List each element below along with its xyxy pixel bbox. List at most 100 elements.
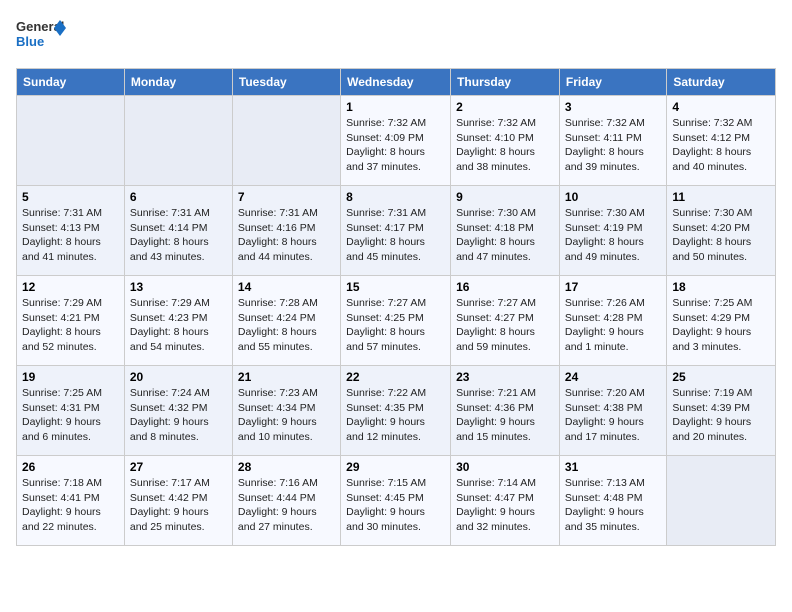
day-number: 23 [456,370,554,384]
calendar-cell: 6 Sunrise: 7:31 AM Sunset: 4:14 PM Daylig… [124,186,232,276]
day-number: 5 [22,190,119,204]
day-info: Sunrise: 7:30 AM Sunset: 4:18 PM Dayligh… [456,206,554,265]
day-number: 30 [456,460,554,474]
calendar-cell: 27 Sunrise: 7:17 AM Sunset: 4:42 PM Dayli… [124,456,232,546]
day-number: 29 [346,460,445,474]
calendar-cell: 18 Sunrise: 7:25 AM Sunset: 4:29 PM Dayli… [667,276,776,366]
calendar-cell: 28 Sunrise: 7:16 AM Sunset: 4:44 PM Dayli… [232,456,340,546]
day-info: Sunrise: 7:27 AM Sunset: 4:25 PM Dayligh… [346,296,445,355]
calendar-table: SundayMondayTuesdayWednesdayThursdayFrid… [16,68,776,546]
day-number: 10 [565,190,661,204]
day-number: 26 [22,460,119,474]
day-info: Sunrise: 7:31 AM Sunset: 4:16 PM Dayligh… [238,206,335,265]
day-info: Sunrise: 7:14 AM Sunset: 4:47 PM Dayligh… [456,476,554,535]
day-info: Sunrise: 7:30 AM Sunset: 4:19 PM Dayligh… [565,206,661,265]
calendar-cell [232,96,340,186]
calendar-cell: 8 Sunrise: 7:31 AM Sunset: 4:17 PM Daylig… [341,186,451,276]
day-number: 8 [346,190,445,204]
calendar-cell: 25 Sunrise: 7:19 AM Sunset: 4:39 PM Dayli… [667,366,776,456]
day-number: 11 [672,190,770,204]
calendar-cell: 2 Sunrise: 7:32 AM Sunset: 4:10 PM Daylig… [451,96,560,186]
day-info: Sunrise: 7:16 AM Sunset: 4:44 PM Dayligh… [238,476,335,535]
day-number: 25 [672,370,770,384]
day-number: 22 [346,370,445,384]
day-info: Sunrise: 7:19 AM Sunset: 4:39 PM Dayligh… [672,386,770,445]
calendar-cell: 15 Sunrise: 7:27 AM Sunset: 4:25 PM Dayli… [341,276,451,366]
calendar-cell: 14Sunrise: 7:28 AM Sunset: 4:24 PM Dayli… [232,276,340,366]
day-info: Sunrise: 7:22 AM Sunset: 4:35 PM Dayligh… [346,386,445,445]
calendar-cell: 5Sunrise: 7:31 AM Sunset: 4:13 PM Daylig… [17,186,125,276]
day-number: 3 [565,100,661,114]
day-number: 9 [456,190,554,204]
weekday-header: Saturday [667,69,776,96]
day-info: Sunrise: 7:21 AM Sunset: 4:36 PM Dayligh… [456,386,554,445]
day-info: Sunrise: 7:30 AM Sunset: 4:20 PM Dayligh… [672,206,770,265]
weekday-header: Sunday [17,69,125,96]
calendar-cell: 13 Sunrise: 7:29 AM Sunset: 4:23 PM Dayli… [124,276,232,366]
calendar-cell [124,96,232,186]
calendar-cell: 4 Sunrise: 7:32 AM Sunset: 4:12 PM Daylig… [667,96,776,186]
day-number: 15 [346,280,445,294]
day-info: Sunrise: 7:18 AM Sunset: 4:41 PM Dayligh… [22,476,119,535]
day-number: 27 [130,460,227,474]
calendar-cell: 19 Sunrise: 7:25 AM Sunset: 4:31 PM Dayli… [17,366,125,456]
svg-text:Blue: Blue [16,34,44,49]
day-info: Sunrise: 7:25 AM Sunset: 4:31 PM Dayligh… [22,386,119,445]
day-number: 16 [456,280,554,294]
day-number: 18 [672,280,770,294]
day-number: 13 [130,280,227,294]
calendar-cell: 21 Sunrise: 7:23 AM Sunset: 4:34 PM Dayli… [232,366,340,456]
weekday-header: Monday [124,69,232,96]
day-info: Sunrise: 7:23 AM Sunset: 4:34 PM Dayligh… [238,386,335,445]
calendar-cell: 22 Sunrise: 7:22 AM Sunset: 4:35 PM Dayli… [341,366,451,456]
calendar-cell: 29 Sunrise: 7:15 AM Sunset: 4:45 PM Dayli… [341,456,451,546]
calendar-cell: 24 Sunrise: 7:20 AM Sunset: 4:38 PM Dayli… [559,366,666,456]
day-number: 24 [565,370,661,384]
calendar-cell [17,96,125,186]
page-header: General Blue [16,16,776,56]
day-info: Sunrise: 7:25 AM Sunset: 4:29 PM Dayligh… [672,296,770,355]
weekday-header: Wednesday [341,69,451,96]
logo-svg: General Blue [16,16,66,56]
calendar-cell: 10 Sunrise: 7:30 AM Sunset: 4:19 PM Dayli… [559,186,666,276]
day-number: 6 [130,190,227,204]
calendar-cell: 20 Sunrise: 7:24 AM Sunset: 4:32 PM Dayli… [124,366,232,456]
day-info: Sunrise: 7:17 AM Sunset: 4:42 PM Dayligh… [130,476,227,535]
day-number: 17 [565,280,661,294]
day-info: Sunrise: 7:31 AM Sunset: 4:14 PM Dayligh… [130,206,227,265]
calendar-cell: 11 Sunrise: 7:30 AM Sunset: 4:20 PM Dayli… [667,186,776,276]
day-number: 21 [238,370,335,384]
day-info: Sunrise: 7:32 AM Sunset: 4:10 PM Dayligh… [456,116,554,175]
day-info: Sunrise: 7:31 AM Sunset: 4:17 PM Dayligh… [346,206,445,265]
day-info: Sunrise: 7:32 AM Sunset: 4:09 PM Dayligh… [346,116,445,175]
day-number: 12 [22,280,119,294]
calendar-cell: 7Sunrise: 7:31 AM Sunset: 4:16 PM Daylig… [232,186,340,276]
day-info: Sunrise: 7:15 AM Sunset: 4:45 PM Dayligh… [346,476,445,535]
day-info: Sunrise: 7:26 AM Sunset: 4:28 PM Dayligh… [565,296,661,355]
day-info: Sunrise: 7:24 AM Sunset: 4:32 PM Dayligh… [130,386,227,445]
day-number: 20 [130,370,227,384]
day-number: 2 [456,100,554,114]
day-info: Sunrise: 7:32 AM Sunset: 4:11 PM Dayligh… [565,116,661,175]
day-number: 31 [565,460,661,474]
day-info: Sunrise: 7:27 AM Sunset: 4:27 PM Dayligh… [456,296,554,355]
calendar-cell: 12 Sunrise: 7:29 AM Sunset: 4:21 PM Dayli… [17,276,125,366]
day-number: 19 [22,370,119,384]
weekday-header: Tuesday [232,69,340,96]
day-info: Sunrise: 7:20 AM Sunset: 4:38 PM Dayligh… [565,386,661,445]
day-info: Sunrise: 7:28 AM Sunset: 4:24 PM Dayligh… [238,296,335,355]
calendar-cell: 16 Sunrise: 7:27 AM Sunset: 4:27 PM Dayli… [451,276,560,366]
logo: General Blue [16,16,66,56]
day-info: Sunrise: 7:29 AM Sunset: 4:23 PM Dayligh… [130,296,227,355]
calendar-cell: 3 Sunrise: 7:32 AM Sunset: 4:11 PM Daylig… [559,96,666,186]
weekday-header: Thursday [451,69,560,96]
day-info: Sunrise: 7:29 AM Sunset: 4:21 PM Dayligh… [22,296,119,355]
day-number: 28 [238,460,335,474]
day-number: 1 [346,100,445,114]
weekday-header: Friday [559,69,666,96]
calendar-cell: 26 Sunrise: 7:18 AM Sunset: 4:41 PM Dayli… [17,456,125,546]
calendar-cell: 1 Sunrise: 7:32 AM Sunset: 4:09 PM Daylig… [341,96,451,186]
day-info: Sunrise: 7:32 AM Sunset: 4:12 PM Dayligh… [672,116,770,175]
day-number: 4 [672,100,770,114]
day-info: Sunrise: 7:13 AM Sunset: 4:48 PM Dayligh… [565,476,661,535]
